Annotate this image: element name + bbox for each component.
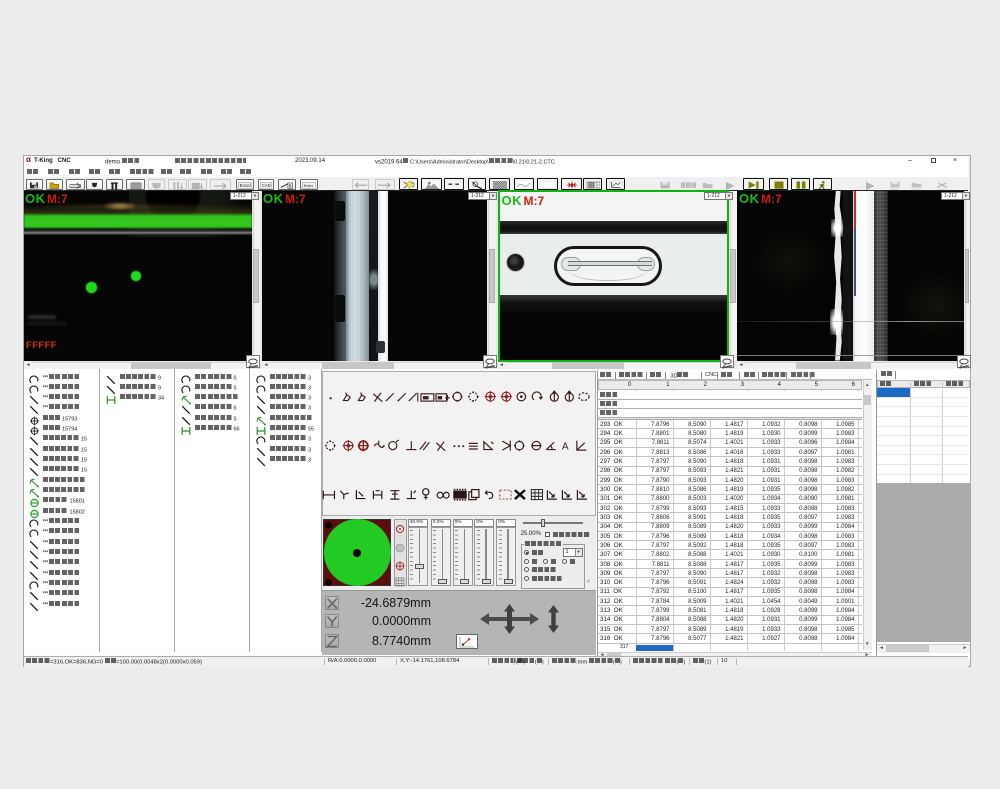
svg-text:Enter: Enter [304, 182, 314, 187]
svg-text:Excel: Excel [240, 183, 251, 188]
svg-text:CAD: CAD [262, 182, 271, 187]
svg-text:A: A [561, 441, 568, 451]
svg-text:B: B [289, 183, 292, 188]
